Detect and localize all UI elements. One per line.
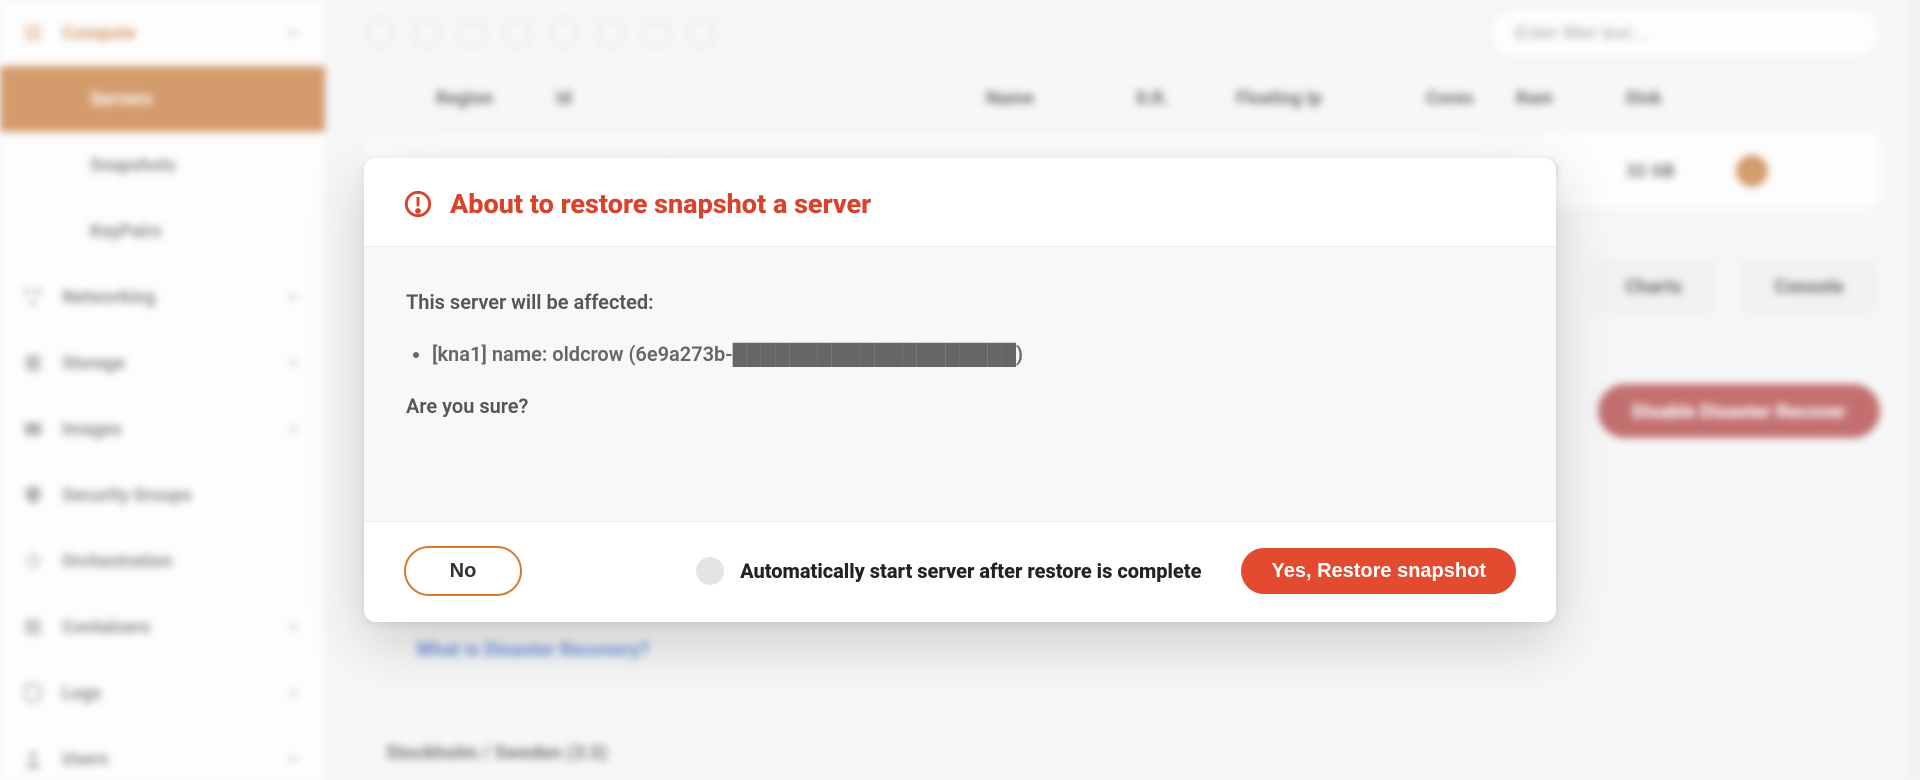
modal-body: This server will be affected: [kna1] nam…: [364, 247, 1556, 521]
modal-header: About to restore snapshot a server: [364, 158, 1556, 247]
no-button[interactable]: No: [404, 546, 522, 596]
modal-overlay: About to restore snapshot a server This …: [0, 0, 1920, 780]
modal-confirm-question: Are you sure?: [406, 391, 1514, 421]
modal-title: About to restore snapshot a server: [450, 188, 871, 220]
warning-icon: [404, 190, 432, 218]
modal-body-intro: This server will be affected:: [406, 287, 1514, 317]
auto-start-checkbox-group: Automatically start server after restore…: [696, 557, 1201, 585]
modal-footer: No Automatically start server after rest…: [364, 521, 1556, 622]
affected-server-item: [kna1] name: oldcrow (6e9a273b-█████████…: [432, 339, 1514, 369]
auto-start-checkbox[interactable]: [696, 557, 724, 585]
yes-restore-button[interactable]: Yes, Restore snapshot: [1241, 548, 1516, 594]
auto-start-label: Automatically start server after restore…: [740, 559, 1201, 583]
restore-snapshot-modal: About to restore snapshot a server This …: [364, 158, 1556, 622]
